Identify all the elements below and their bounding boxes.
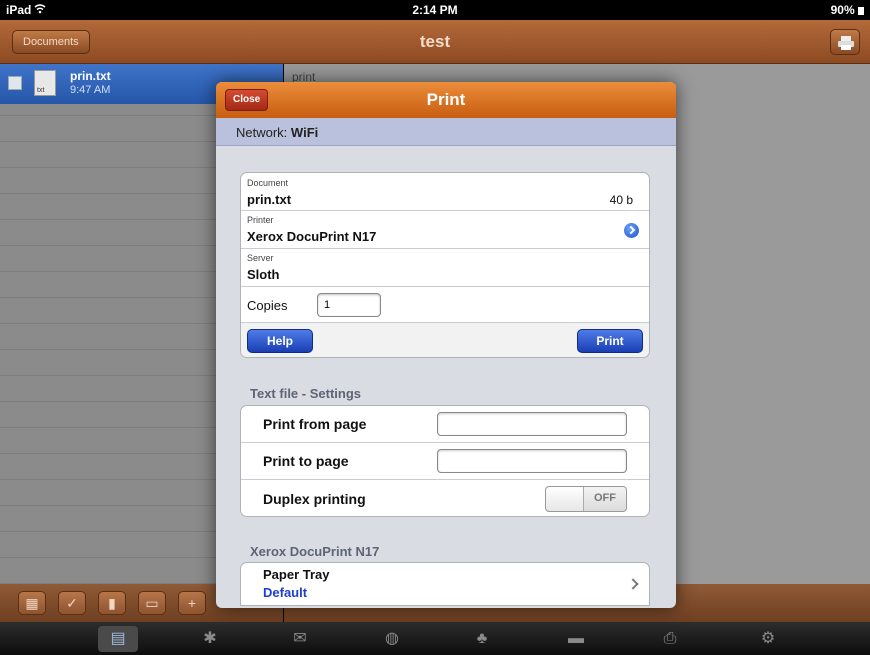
- print-job-group: Document prin.txt 40 b Printer Xerox Doc…: [240, 172, 650, 358]
- toggle-state: OFF: [594, 492, 616, 504]
- check-button[interactable]: ✓: [58, 591, 86, 615]
- toggle-knob: [546, 487, 584, 511]
- duplex-row: Duplex printing OFF: [241, 480, 649, 516]
- mail-tab-icon[interactable]: ✉: [280, 626, 320, 652]
- check-icon: ✓: [66, 595, 78, 611]
- display-tab-icon[interactable]: ▬: [556, 626, 596, 652]
- text-settings-header: Text file - Settings: [250, 386, 361, 401]
- print-to-row: Print to page: [241, 443, 649, 480]
- print-from-label: Print from page: [263, 416, 367, 432]
- duplex-label: Duplex printing: [263, 491, 366, 507]
- print-from-input[interactable]: [437, 412, 627, 436]
- action-row: Help Print: [241, 323, 649, 357]
- text-settings-group: Print from page Print to page Duplex pri…: [240, 405, 650, 517]
- copies-input[interactable]: 1: [317, 293, 381, 317]
- trash-icon: ▮: [108, 595, 116, 611]
- status-bar: iPad 2:14 PM 90%: [0, 0, 870, 20]
- chevron-right-icon: [627, 578, 639, 590]
- select-all-icon: ▦: [25, 595, 39, 611]
- file-time: 9:47 AM: [70, 84, 111, 96]
- server-row: Server Sloth: [241, 249, 649, 287]
- print-dialog: Close Print Network: WiFi Document prin.…: [216, 82, 676, 608]
- document-value: prin.txt: [247, 192, 292, 207]
- paper-tray-row[interactable]: Paper Tray Default: [241, 563, 649, 605]
- print-from-row: Print from page: [241, 406, 649, 443]
- paper-tray-label: Paper Tray: [263, 567, 330, 582]
- add-button[interactable]: +: [178, 591, 206, 615]
- printer-label: Printer: [247, 215, 274, 225]
- documents-tab-icon[interactable]: ▤: [98, 626, 138, 652]
- print-to-input[interactable]: [437, 449, 627, 473]
- printer-tab-icon[interactable]: ⎙: [650, 626, 690, 652]
- favorites-tab-icon[interactable]: ✱: [190, 626, 230, 652]
- delete-button[interactable]: ▮: [98, 591, 126, 615]
- navigation-bar: Documents test: [0, 20, 870, 64]
- battery-level: 90%: [831, 3, 864, 17]
- comment-button[interactable]: ▭: [138, 591, 166, 615]
- print-action-button[interactable]: [830, 29, 860, 55]
- dialog-title: Print: [426, 90, 466, 109]
- page-title: test: [419, 32, 451, 51]
- help-button[interactable]: Help: [247, 329, 313, 353]
- printer-value: Xerox DocuPrint N17: [247, 229, 377, 244]
- add-icon: +: [187, 595, 197, 611]
- network-tab-icon[interactable]: ♣: [462, 626, 502, 652]
- duplex-toggle[interactable]: OFF: [545, 486, 627, 512]
- server-value: Sloth: [247, 267, 280, 282]
- tab-bar: ▤ ✱ ✉ ◍ ♣ ▬ ⎙ ⚙: [0, 622, 870, 655]
- dialog-header: Close Print: [216, 82, 676, 118]
- battery-icon: [858, 6, 864, 15]
- web-tab-icon[interactable]: ◍: [372, 626, 412, 652]
- network-label: Network:: [236, 125, 288, 140]
- document-row: Document prin.txt 40 b: [241, 173, 649, 211]
- network-status: Network: WiFi: [216, 118, 676, 146]
- text-file-icon: txt: [34, 70, 56, 96]
- copies-row: Copies 1: [241, 287, 649, 323]
- server-label: Server: [247, 253, 274, 263]
- disclosure-icon[interactable]: [624, 223, 639, 238]
- printer-row[interactable]: Printer Xerox DocuPrint N17: [241, 211, 649, 249]
- select-all-button[interactable]: ▦: [18, 591, 46, 615]
- document-label: Document: [247, 178, 289, 188]
- copies-label: Copies: [247, 298, 288, 313]
- document-size: 40 b: [609, 193, 633, 207]
- paper-tray-group: Paper Tray Default: [240, 562, 650, 606]
- file-name: prin.txt: [70, 69, 111, 83]
- network-value: WiFi: [290, 125, 319, 140]
- printer-section-header: Xerox DocuPrint N17: [250, 544, 380, 559]
- paper-tray-value: Default: [263, 585, 308, 600]
- file-select-checkbox[interactable]: [8, 76, 22, 90]
- printer-icon: [838, 36, 854, 50]
- clock: 2:14 PM: [412, 3, 458, 17]
- settings-tab-icon[interactable]: ⚙: [748, 626, 788, 652]
- print-button[interactable]: Print: [577, 329, 643, 353]
- print-to-label: Print to page: [263, 453, 349, 469]
- comment-icon: ▭: [145, 595, 159, 611]
